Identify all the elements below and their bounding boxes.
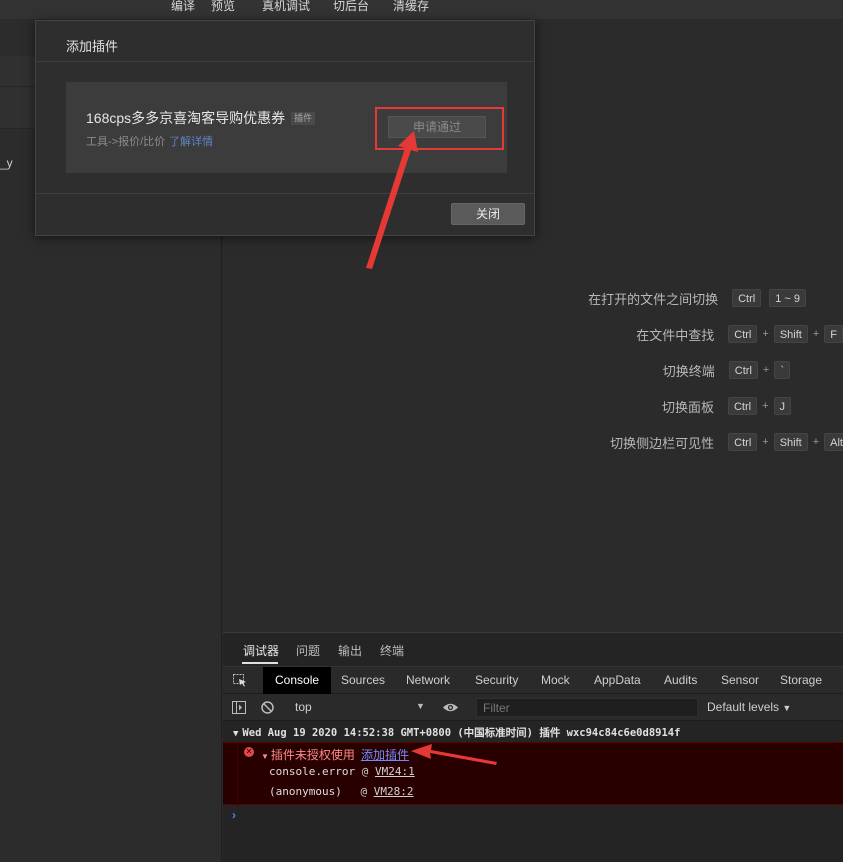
add-plugin-dialog: 添加插件 168cps多多京喜淘客导购优惠券 插件 工具->报价/比价 了解详情 申… [35, 20, 535, 236]
stack-frame: console.error @ VM24:1 [269, 765, 415, 778]
dropdown-arrow-icon: ▼ [782, 703, 792, 713]
shortcut-label: 在文件中查找 [636, 327, 715, 343]
stack-location-link[interactable]: VM24:1 [375, 765, 415, 778]
expand-triangle-icon[interactable]: ▼ [261, 752, 269, 761]
key-shift: Shift [773, 325, 808, 343]
shortcut-label: 在打开的文件之间切换 [588, 291, 719, 307]
key-f: F [824, 325, 843, 343]
divider [36, 193, 534, 194]
tab-sensor[interactable]: Sensor [721, 667, 759, 694]
shortcut-label: 切换面板 [661, 399, 714, 415]
debug-panel-tabs: 调试器 问题 输出 终端 [223, 633, 843, 665]
plugin-description-row: 工具->报价/比价 了解详情 [86, 133, 213, 149]
tab-output[interactable]: 输出 [338, 642, 362, 659]
key-alt: Alt [824, 433, 843, 451]
error-message-row: ▼ 插件未授权使用 添加插件 [261, 746, 409, 763]
tab-terminal[interactable]: 终端 [380, 642, 404, 659]
shortcut-label: 切换终端 [662, 363, 715, 379]
stack-at: @ [360, 785, 368, 798]
tab-audits[interactable]: Audits [664, 667, 697, 694]
filter-input[interactable] [477, 699, 697, 717]
shortcut-toggle-terminal: 切换终端 Ctrl + ` [663, 360, 843, 380]
console-error-entry: ✕ ▼ 插件未授权使用 添加插件 console.error @ VM24:1 (a… [223, 742, 843, 806]
key-ctrl: Ctrl [728, 361, 758, 379]
console-toolbar: top ▼ Default levels ▼ [223, 694, 843, 721]
log-levels-label: Default levels [707, 700, 780, 714]
plugin-card: 168cps多多京喜淘客导购优惠券 插件 工具->报价/比价 了解详情 申请通过 [66, 82, 507, 173]
filter-input-box[interactable] [476, 698, 698, 717]
key-shift: Shift [773, 433, 808, 451]
eye-icon[interactable] [442, 702, 459, 713]
inspect-element-icon[interactable] [233, 674, 247, 687]
tab-security[interactable]: Security [475, 667, 518, 694]
remote-debug-button[interactable]: 真机调试 [262, 0, 310, 13]
tab-console[interactable]: Console [263, 667, 332, 694]
key-j: J [773, 397, 791, 415]
tab-network[interactable]: Network [406, 667, 450, 694]
key-ctrl: Ctrl [732, 289, 762, 307]
console-prompt[interactable]: › [232, 808, 236, 822]
tab-debugger[interactable]: 调试器 [243, 642, 279, 659]
console-group-header[interactable]: ▼ Wed Aug 19 2020 14:52:38 GMT+0800 (中国标准… [233, 725, 680, 740]
stack-frame: (anonymous) @ VM28:2 [269, 785, 413, 798]
tab-mock[interactable]: Mock [541, 667, 570, 694]
preview-button[interactable]: 预览 [211, 0, 235, 13]
error-message: 插件未授权使用 [270, 748, 355, 762]
shortcut-find-in-files: 在文件中查找 Ctrl + Shift + F [636, 324, 843, 344]
sidebar-toggle-icon[interactable] [232, 701, 246, 714]
ide-window: 编译 预览 真机调试 切后台 清缓存 _y 在打开的文件之间切换 Ctrl 1 … [0, 0, 843, 862]
group-header-text: Wed Aug 19 2020 14:52:38 GMT+0800 (中国标准时… [242, 727, 681, 739]
tab-issues[interactable]: 问题 [296, 642, 320, 659]
plugin-name-row: 168cps多多京喜淘客导购优惠券 插件 [86, 108, 316, 128]
plugin-category: 工具->报价/比价 [86, 136, 166, 148]
shortcut-switch-files: 在打开的文件之间切换 Ctrl 1 ~ 9 [588, 288, 843, 308]
tab-appdata[interactable]: AppData [594, 667, 641, 694]
active-tab-indicator [242, 662, 278, 664]
stack-at: @ [361, 765, 369, 778]
compile-button[interactable]: 编译 [171, 0, 195, 13]
context-selector[interactable]: top [295, 700, 312, 714]
devtools-tabs: Console Sources Network Security Mock Ap… [223, 666, 843, 694]
dropdown-arrow-icon[interactable]: ▼ [416, 701, 425, 711]
clear-console-icon[interactable] [261, 701, 274, 714]
tab-sources[interactable]: Sources [341, 667, 385, 694]
devtools-panel: 调试器 问题 输出 终端 Console Sources Network Sec… [223, 632, 843, 862]
key-ctrl: Ctrl [727, 397, 758, 415]
console-output: ▼ Wed Aug 19 2020 14:52:38 GMT+0800 (中国标准… [223, 722, 843, 862]
expand-triangle-icon[interactable]: ▼ [233, 729, 238, 739]
divider [36, 61, 534, 62]
dialog-title: 添加插件 [66, 39, 119, 54]
shortcut-toggle-sidebar: 切换侧边栏可见性 Ctrl + Shift + Alt [610, 432, 843, 452]
add-plugin-link[interactable]: 添加插件 [361, 748, 409, 762]
shortcut-label: 切换侧边栏可见性 [610, 435, 715, 451]
key-ctrl: Ctrl [728, 325, 758, 343]
shortcut-toggle-panel: 切换面板 Ctrl + J [662, 396, 843, 416]
key-1-9: 1 ~ 9 [769, 289, 806, 307]
group-indent-line [237, 743, 238, 806]
tab-storage[interactable]: Storage [780, 667, 822, 694]
close-button[interactable]: 关闭 [451, 203, 525, 225]
top-toolbar: 编译 预览 真机调试 切后台 清缓存 [0, 0, 843, 20]
learn-more-link[interactable]: 了解详情 [169, 136, 213, 148]
key-ctrl: Ctrl [728, 433, 758, 451]
plugin-tag-badge: 插件 [291, 112, 316, 125]
left-panel-partial-text: _y [0, 156, 13, 170]
clear-cache-button[interactable]: 清缓存 [393, 0, 429, 13]
annotation-highlight-box [375, 107, 504, 150]
stack-function: console.error [269, 765, 356, 778]
stack-function: (anonymous) [269, 785, 342, 798]
background-button[interactable]: 切后台 [333, 0, 369, 13]
log-levels-dropdown[interactable]: Default levels ▼ [707, 700, 791, 714]
stack-location-link[interactable]: VM28:2 [374, 785, 414, 798]
error-icon: ✕ [244, 747, 254, 757]
key-backtick: ` [774, 361, 790, 379]
plugin-name: 168cps多多京喜淘客导购优惠券 [86, 110, 286, 126]
